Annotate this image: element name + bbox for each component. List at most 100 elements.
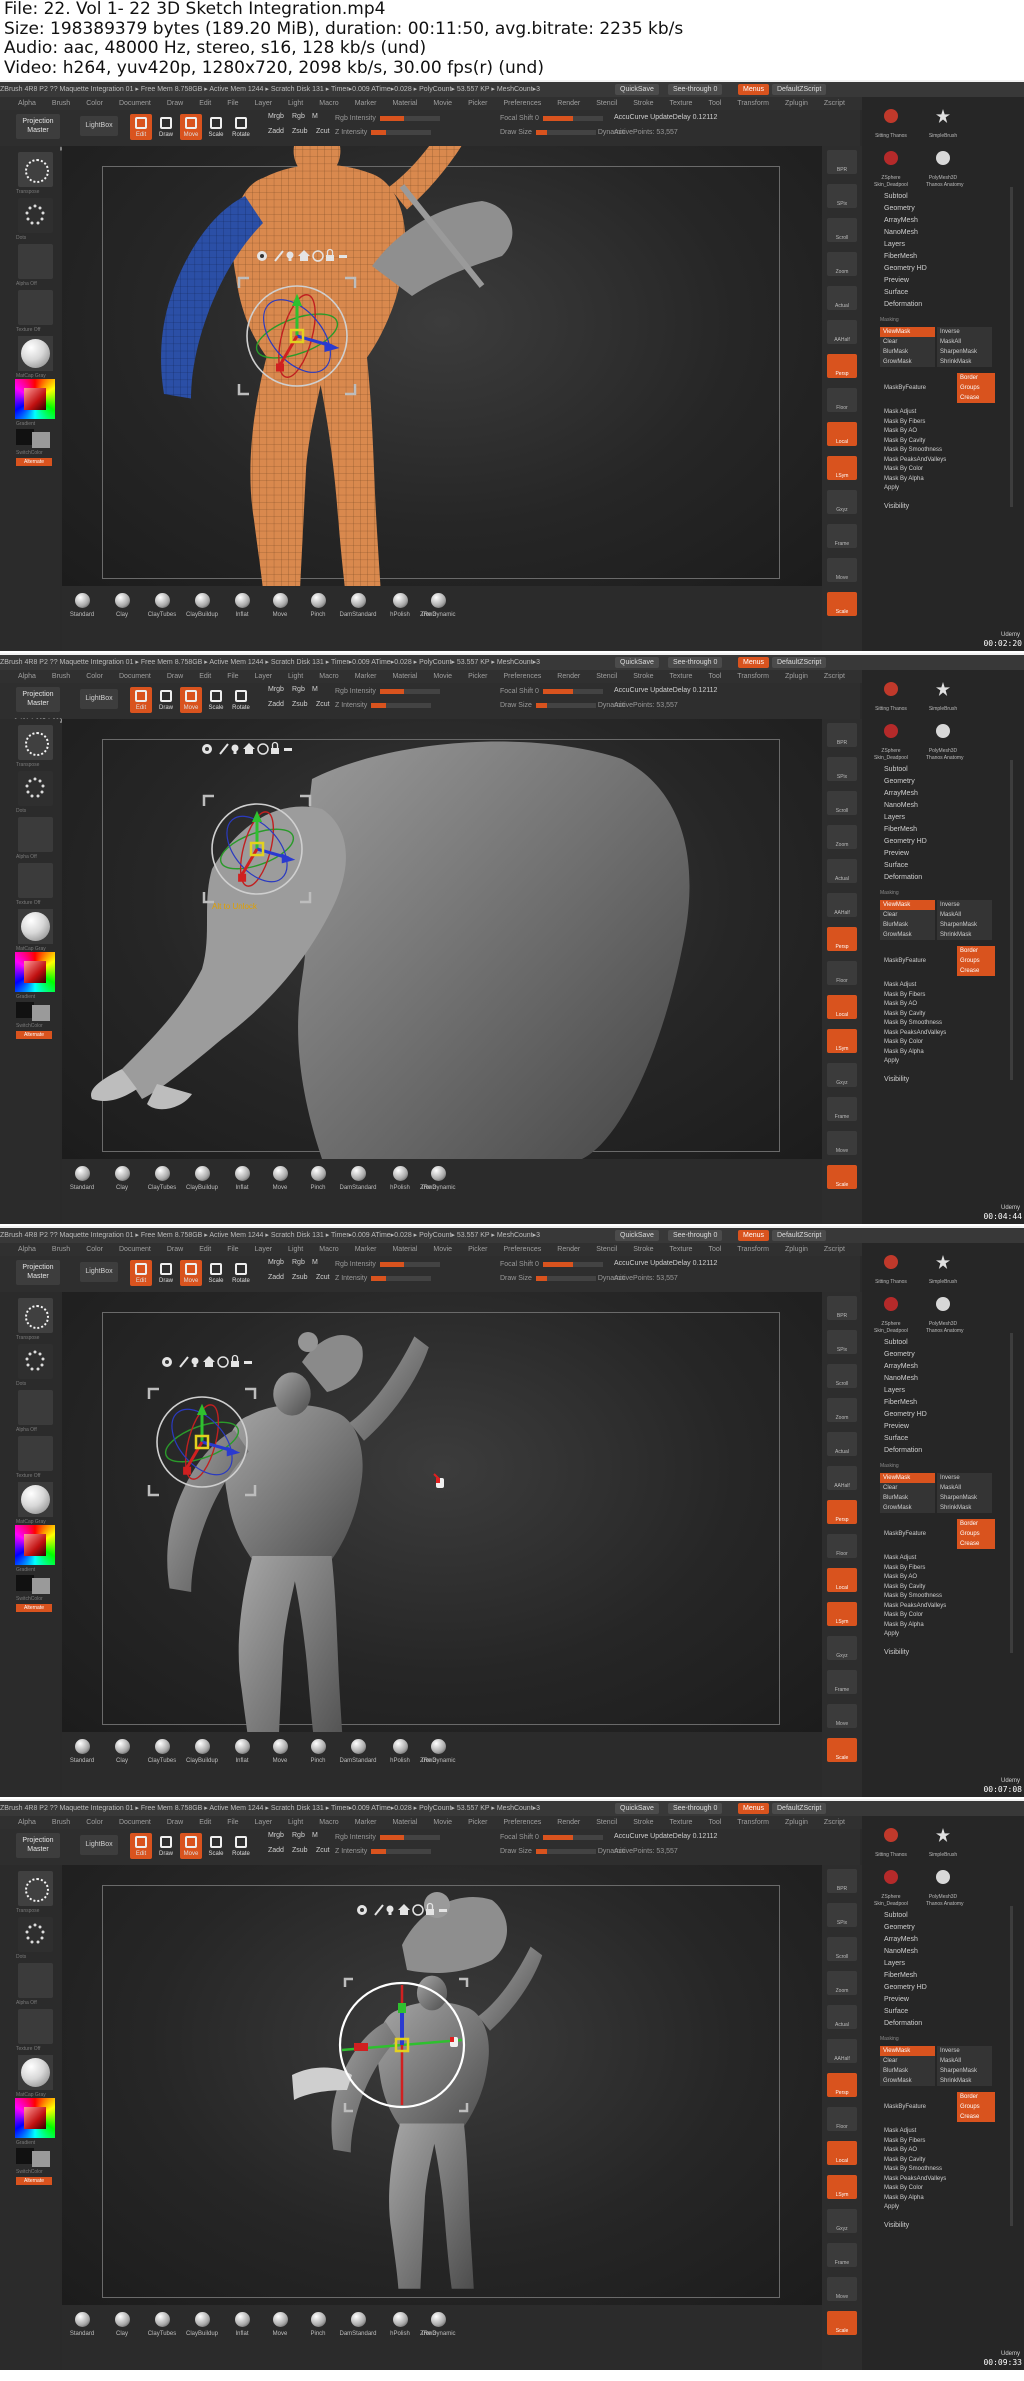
menu-item[interactable]: File [227, 1819, 238, 1826]
seethrough-slider[interactable]: See-through 0 [668, 84, 723, 95]
rgb-toggle[interactable]: Rgb [292, 1832, 305, 1839]
brush-move[interactable]: Move [260, 1739, 300, 1764]
menu-item[interactable]: Movie [433, 1819, 452, 1826]
mask-button[interactable]: ViewMask [880, 900, 935, 910]
palette-scrollbar[interactable] [1010, 187, 1013, 507]
palette-item[interactable]: Preview [884, 850, 909, 857]
palette-item[interactable]: Surface [884, 2008, 908, 2015]
lightbox-button[interactable]: LightBox [80, 689, 118, 709]
mask-button[interactable]: GrowMask [880, 930, 935, 940]
menu-item[interactable]: Tool [708, 673, 721, 680]
visibility-item[interactable]: Visibility [884, 1649, 909, 1656]
draw-size-slider[interactable]: Draw Size Dynamic [500, 1275, 625, 1283]
shelf-button[interactable]: Persp [827, 1500, 857, 1524]
zadd-toggle[interactable]: Zadd [268, 1847, 284, 1854]
feature-toggle[interactable]: Groups [957, 1529, 995, 1539]
color-swatches[interactable] [16, 1575, 52, 1595]
shelf-button[interactable]: Move [827, 1131, 857, 1155]
rgb-intensity-slider[interactable]: Rgb Intensity [335, 688, 440, 696]
shelf-button[interactable]: Move [827, 558, 857, 582]
feature-toggle[interactable]: Border [957, 1519, 995, 1529]
mode-edit-button[interactable]: Edit [130, 114, 152, 140]
color-swatches[interactable] [16, 2148, 52, 2168]
brush-pinch[interactable]: Pinch [298, 2312, 338, 2337]
menu-item[interactable]: Draw [167, 1819, 183, 1826]
rgb-toggle[interactable]: Rgb [292, 113, 305, 120]
feature-toggle[interactable]: Border [957, 373, 995, 383]
menu-item[interactable]: Zscript [824, 100, 845, 107]
menu-item[interactable]: Macro [319, 1246, 338, 1253]
menu-item[interactable]: Document [119, 673, 151, 680]
color-swatches[interactable] [16, 1002, 52, 1022]
feature-toggle[interactable]: Groups [957, 2102, 995, 2112]
brush-clay[interactable]: Clay [102, 1739, 142, 1764]
menu-item[interactable]: Layer [255, 100, 273, 107]
shelf-button[interactable]: SPix [827, 184, 857, 208]
mask-button[interactable]: MaskAll [937, 2056, 992, 2066]
menu-item[interactable]: Texture [669, 1819, 692, 1826]
mask-list-item[interactable]: Apply [884, 485, 899, 491]
brush-claytubes[interactable]: ClayTubes [142, 2312, 182, 2337]
projection-master-button[interactable]: Projection Master [16, 687, 60, 712]
menu-item[interactable]: Edit [199, 673, 211, 680]
brush-pinch[interactable]: Pinch [298, 593, 338, 618]
stroke-thumbnail[interactable] [18, 198, 53, 233]
menus-button[interactable]: Menus [738, 1230, 770, 1241]
masking-section[interactable]: Masking [880, 1463, 899, 1469]
tool-thumb[interactable]: SimpleBrush [926, 1247, 957, 1285]
default-zscript-button[interactable]: DefaultZScript [772, 84, 827, 95]
brush-claybuildup[interactable]: ClayBuildup [182, 1166, 222, 1191]
shelf-button[interactable]: Local [827, 1568, 857, 1592]
menus-button[interactable]: Menus [738, 84, 770, 95]
seethrough-slider[interactable]: See-through 0 [668, 1230, 723, 1241]
brush-clay[interactable]: Clay [102, 593, 142, 618]
menu-item[interactable]: File [227, 1246, 238, 1253]
shelf-button[interactable]: Move [827, 2277, 857, 2301]
seethrough-slider[interactable]: See-through 0 [668, 1803, 723, 1814]
alpha-thumbnail[interactable] [18, 1390, 53, 1425]
zcut-toggle[interactable]: Zcut [316, 701, 330, 708]
shelf-button[interactable]: BPR [827, 1869, 857, 1893]
palette-item[interactable]: Deformation [884, 301, 922, 308]
menu-item[interactable]: Picker [468, 1819, 487, 1826]
color-swatches[interactable] [16, 429, 52, 449]
brush-claybuildup[interactable]: ClayBuildup [182, 1739, 222, 1764]
mask-list-item[interactable]: Mask Adjust [884, 1555, 916, 1561]
zcut-toggle[interactable]: Zcut [316, 1847, 330, 1854]
tool-thumb[interactable]: PolyMesh3D [926, 1289, 957, 1327]
zsub-toggle[interactable]: Zsub [292, 1847, 308, 1854]
mask-button[interactable]: Inverse [937, 327, 992, 337]
shelf-button[interactable]: Gxyz [827, 1636, 857, 1660]
rgb-intensity-slider[interactable]: Rgb Intensity [335, 115, 440, 123]
m-toggle[interactable]: M [312, 1259, 318, 1266]
menu-item[interactable]: Zscript [824, 1819, 845, 1826]
menu-item[interactable]: Preferences [504, 1246, 542, 1253]
menu-item[interactable]: Material [392, 1819, 417, 1826]
shelf-button[interactable]: BPR [827, 723, 857, 747]
menu-item[interactable]: Transform [737, 673, 769, 680]
mask-button[interactable]: Inverse [937, 2046, 992, 2056]
palette-item[interactable]: FiberMesh [884, 1399, 917, 1406]
mask-button[interactable]: GrowMask [880, 1503, 935, 1513]
palette-item[interactable]: Geometry [884, 778, 915, 785]
default-zscript-button[interactable]: DefaultZScript [772, 657, 827, 668]
mask-list-item[interactable]: Mask By Alpha [884, 476, 924, 482]
menu-item[interactable]: Layer [255, 1246, 273, 1253]
shelf-button[interactable]: Actual [827, 2005, 857, 2029]
brush-damstandard[interactable]: DamStandard [338, 2312, 378, 2337]
alternate-button[interactable]: Alternate [16, 2177, 52, 2185]
palette-item[interactable]: Geometry HD [884, 265, 927, 272]
current-brush-thumbnail[interactable] [18, 725, 53, 760]
brush-inflat[interactable]: Inflat [222, 593, 262, 618]
menu-item[interactable]: Transform [737, 1246, 769, 1253]
mask-button[interactable]: GrowMask [880, 357, 935, 367]
shelf-button[interactable]: Frame [827, 1097, 857, 1121]
mode-edit-button[interactable]: Edit [130, 1260, 152, 1286]
palette-item[interactable]: FiberMesh [884, 253, 917, 260]
lightbox-button[interactable]: LightBox [80, 1835, 118, 1855]
palette-item[interactable]: Layers [884, 241, 905, 248]
mrgb-toggle[interactable]: Mrgb [268, 1259, 284, 1266]
palette-scrollbar[interactable] [1010, 1333, 1013, 1653]
feature-toggle[interactable]: Groups [957, 956, 995, 966]
mode-move-button[interactable]: Move [180, 1260, 202, 1286]
